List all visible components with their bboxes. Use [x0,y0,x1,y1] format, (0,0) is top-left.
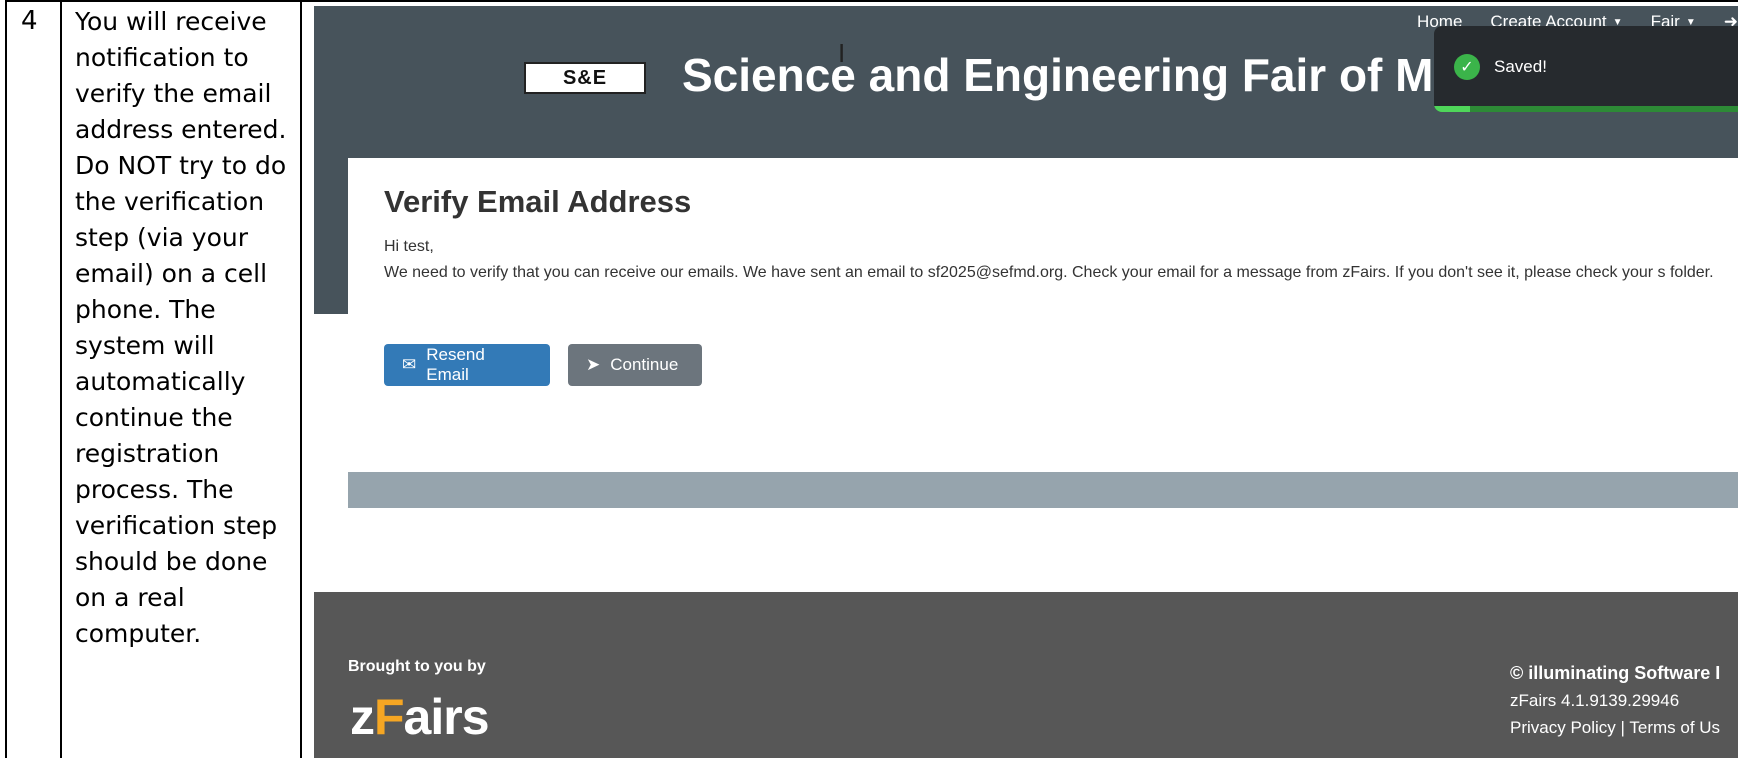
toast-progress-bar [1434,106,1738,112]
copyright-text: © illuminating Software I [1510,663,1721,683]
step-text-cell: You will receive notification to verify … [62,0,302,758]
step-number: 4 [21,6,38,36]
toast-progress-fill [1434,106,1471,112]
resend-email-button[interactable]: ✉ Resend Email [384,344,550,386]
page-title: Verify Email Address [384,184,692,219]
footer-info: © illuminating Software I zFairs 4.1.913… [1510,660,1720,741]
brought-by-text: Brought to you by [348,658,486,675]
continue-label: Continue [610,355,679,374]
footer-links: Privacy Policy | Terms of Us [1510,714,1720,741]
envelope-icon: ✉ [402,355,417,374]
link-separator: | [1615,718,1630,737]
privacy-policy-link[interactable]: Privacy Policy [1510,718,1616,737]
verification-message: We need to verify that you can receive o… [384,264,1714,281]
version-text: zFairs 4.1.9139.29946 [1510,691,1680,710]
logo-rest: airs [403,689,490,745]
zfairs-logo[interactable]: zFairs [350,688,490,746]
logo-z: z [350,689,375,745]
text-cursor-icon: I [838,38,846,68]
resend-email-label: Resend Email [426,345,485,384]
saved-toast[interactable]: ✓ Saved! [1434,26,1738,112]
toast-message: Saved! [1494,57,1547,76]
site-title: Science and Engineering Fair of Metro [682,49,1521,101]
greeting-text: Hi test, [384,238,434,255]
panel-footer-bar [348,472,1738,508]
step-instructions: You will receive notification to verify … [75,7,287,648]
embedded-screenshot: Home Create Account ▼ Fair ▼ ➜ S&E Science… [314,6,1738,758]
verify-email-panel: Verify Email Address Hi test, We need to… [348,158,1738,472]
logo-f: F [374,689,405,745]
site-footer: Brought to you by zFairs © illuminating … [314,592,1738,758]
fair-logo[interactable]: S&E [524,62,646,94]
terms-link[interactable]: Terms of Us [1629,718,1720,737]
check-circle-icon: ✓ [1454,54,1480,80]
continue-button[interactable]: ➤ Continue [568,344,702,386]
step-number-cell: 4 [5,0,62,758]
paper-plane-icon: ➤ [586,355,601,374]
